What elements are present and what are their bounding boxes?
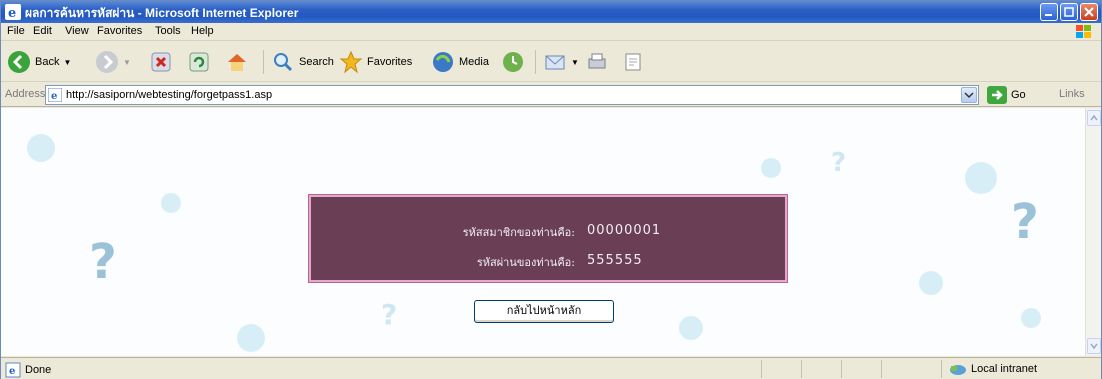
page-icon: e — [48, 88, 62, 102]
scroll-up-button[interactable] — [1087, 110, 1101, 126]
chevron-down-icon — [1090, 343, 1098, 350]
svg-text:e: e — [51, 91, 57, 102]
address-dropdown-button[interactable] — [961, 87, 977, 103]
member-id-value: 00000001 — [587, 223, 662, 238]
mail-button[interactable]: ▼ — [543, 48, 579, 76]
minimize-icon — [1045, 14, 1052, 16]
maximize-icon — [1064, 7, 1074, 17]
zone-text: Local intranet — [971, 363, 1038, 375]
close-button[interactable] — [1080, 3, 1098, 21]
menu-file[interactable]: File — [7, 25, 25, 37]
toolbar: Back ▼ ▼ Search Favorites Media ▼ — [1, 42, 1101, 82]
favorites-button[interactable]: Favorites — [339, 48, 412, 76]
refresh-icon — [189, 52, 209, 72]
forward-button[interactable]: ▼ — [95, 48, 131, 76]
go-arrow-icon — [987, 86, 1007, 104]
vertical-scrollbar[interactable] — [1085, 108, 1101, 356]
media-icon — [433, 52, 453, 72]
back-label: Back — [35, 56, 60, 68]
menu-help[interactable]: Help — [191, 25, 214, 37]
star-icon — [339, 50, 363, 74]
password-label: รหัสผ่านของท่านคือ: — [476, 256, 575, 269]
status-text: Done — [25, 364, 52, 376]
search-label: Search — [299, 56, 334, 68]
menu-view[interactable]: View — [65, 25, 89, 37]
stop-button[interactable] — [149, 48, 173, 76]
address-label: Address — [5, 88, 46, 100]
back-button[interactable]: Back ▼ — [7, 48, 71, 76]
address-url: http://sasiporn/webtesting/forgetpass1.a… — [66, 89, 273, 101]
address-bar: Address e http://sasiporn/webtesting/for… — [1, 83, 1101, 107]
chevron-down-icon: ▼ — [123, 57, 131, 67]
result-panel: รหัสสมาชิกของท่านคือ: 00000001 รหัสผ่านข… — [308, 194, 788, 283]
local-intranet-icon — [950, 365, 966, 375]
chevron-down-icon: ▼ — [571, 57, 579, 67]
minimize-button[interactable] — [1040, 3, 1058, 21]
address-input[interactable]: e http://sasiporn/webtesting/forgetpass1… — [45, 85, 979, 105]
svg-text:e: e — [8, 6, 16, 20]
chevron-up-icon — [1090, 114, 1098, 121]
refresh-button[interactable] — [187, 48, 211, 76]
close-icon — [1084, 7, 1094, 17]
back-to-home-button[interactable]: กลับไปหน้าหลัก — [474, 300, 614, 323]
go-label: Go — [1011, 89, 1026, 101]
page-content: ? ? ? ? รหัสสมาชิกของท่านคือ: 00000001 ร… — [1, 108, 1085, 356]
back-arrow-icon — [8, 51, 30, 73]
links-button[interactable]: Links — [1059, 88, 1085, 100]
edit-button[interactable] — [621, 48, 645, 76]
home-icon — [228, 54, 246, 71]
question-mark-icon: ? — [381, 298, 398, 331]
question-mark-icon: ? — [831, 148, 847, 178]
forward-arrow-icon — [96, 51, 118, 73]
title-bar: e ผลการค้นหารหัสผ่าน - Microsoft Interne… — [1, 1, 1101, 23]
media-button[interactable]: Media — [431, 48, 489, 76]
search-icon — [274, 53, 293, 72]
browser-window: e ผลการค้นหารหัสผ่าน - Microsoft Interne… — [0, 0, 1102, 379]
scroll-down-button[interactable] — [1087, 338, 1101, 354]
print-button[interactable] — [585, 48, 609, 76]
page-icon: e — [5, 362, 21, 378]
internet-explorer-icon: e — [5, 4, 21, 20]
media-label: Media — [459, 56, 489, 68]
svg-text:e: e — [9, 366, 15, 377]
chevron-down-icon — [964, 92, 974, 99]
windows-logo-icon — [1076, 25, 1091, 38]
document-edit-icon — [625, 53, 641, 71]
home-button[interactable] — [225, 48, 249, 76]
history-button[interactable] — [501, 48, 525, 76]
history-icon — [503, 52, 523, 72]
search-button[interactable]: Search — [271, 48, 334, 76]
chevron-down-icon: ▼ — [63, 57, 72, 67]
menu-bar: File Edit View Favorites Tools Help — [1, 23, 1101, 41]
question-mark-icon: ? — [89, 234, 117, 290]
go-button[interactable]: Go — [987, 86, 1026, 104]
stop-icon — [151, 52, 171, 72]
password-value: 555555 — [587, 253, 643, 268]
member-id-label: รหัสสมาชิกของท่านคือ: — [462, 226, 575, 239]
question-mark-icon: ? — [1011, 194, 1039, 250]
menu-favorites[interactable]: Favorites — [97, 25, 142, 37]
window-title: ผลการค้นหารหัสผ่าน - Microsoft Internet … — [25, 6, 299, 20]
maximize-button[interactable] — [1060, 3, 1078, 21]
menu-edit[interactable]: Edit — [33, 25, 52, 37]
mail-icon — [545, 55, 565, 70]
status-bar: e Done Local intranet — [1, 357, 1101, 379]
printer-icon — [588, 53, 606, 69]
menu-tools[interactable]: Tools — [155, 25, 181, 37]
favorites-label: Favorites — [367, 56, 413, 68]
